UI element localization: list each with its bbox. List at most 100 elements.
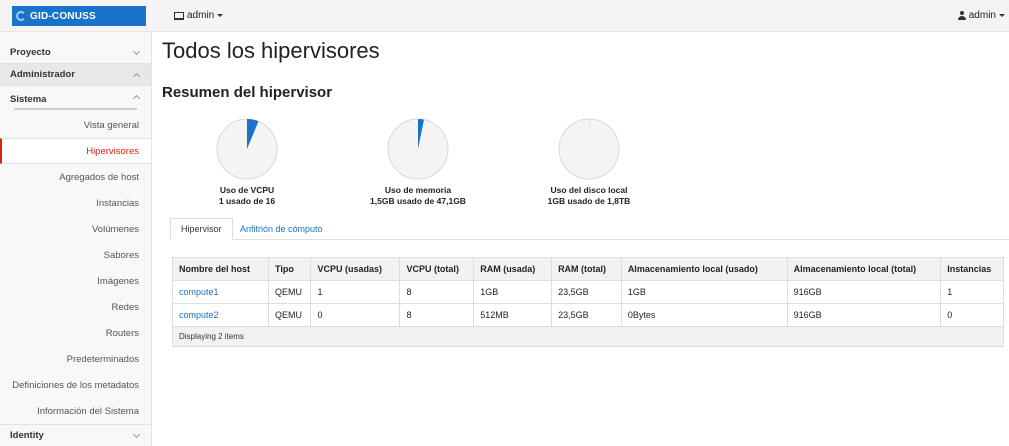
chevron-up-icon [132,94,141,103]
table-footer: Displaying 2 items [172,326,1004,347]
sidebar-item-label: Información del Sistema [37,405,139,417]
section-divider [14,108,137,110]
column-header[interactable]: Almacenamiento local (total) [786,257,942,281]
vcpu-usage-pie [216,118,278,180]
column-header[interactable]: Instancias [940,257,1004,281]
sidebar-item-vista-general[interactable]: Vista general [0,112,151,138]
chart-label: Uso de memoria [384,185,452,195]
table-cell: 916GB [786,280,942,304]
table-row: compute2 QEMU 0 8 512MB 23,5GB 0Bytes 91… [171,303,1004,327]
chevron-up-icon [132,72,141,81]
table-cell: 0 [940,303,1004,327]
project-menu-label: admin [187,10,215,21]
table-cell: 1GB [473,280,553,304]
table-cell: 8 [399,280,475,304]
chart-detail: 1,5GB usado de 47,1GB [370,196,466,206]
top-navbar: GID-CONUSS admin admin [0,0,1009,32]
brand-name: GID-CONUSS [30,10,96,22]
chart-label: Uso del disco local [550,185,628,195]
tab-anfitrion-de-computo[interactable]: Anfitrión de cómputo [230,218,333,240]
section-label: Proyecto [10,47,51,58]
column-header[interactable]: VCPU (total) [399,257,475,281]
table-cell: 23,5GB [551,303,622,327]
column-header[interactable]: Almacenamiento local (usado) [620,257,788,281]
table-cell: 1 [940,280,1004,304]
user-menu[interactable]: admin [957,10,1005,21]
logo-icon [16,11,26,21]
sidebar-section-administrador[interactable]: Administrador [0,64,151,86]
sidebar-item-label: Sabores [103,249,139,261]
column-header[interactable]: Tipo [268,257,312,281]
table-cell: QEMU [268,303,312,327]
vcpu-usage-label: Uso de VCPU 1 usado de 16 [167,185,327,207]
chart-detail: 1GB usado de 1,8TB [547,196,631,206]
memory-usage-label: Uso de memoria 1,5GB usado de 47,1GB [338,185,498,207]
sidebar-item-label: Hipervisores [86,145,139,157]
brand[interactable]: GID-CONUSS [0,0,152,32]
memory-usage-pie [387,118,449,180]
table-cell: 1GB [620,280,788,304]
sidebar-item-volumenes[interactable]: Volúmenes [0,216,151,242]
section-label: Sistema [10,93,47,105]
chart-label: Uso de VCPU [219,185,275,195]
table-cell: 512MB [473,303,553,327]
column-header[interactable]: VCPU (usadas) [310,257,401,281]
page-title: Todos los hipervisores [162,38,380,63]
sidebar-item-label: Agregados de host [59,171,139,183]
host-name-cell: compute1 [171,280,270,304]
chart-detail: 1 usado de 16 [218,196,276,206]
sidebar-item-routers[interactable]: Routers [0,320,151,346]
sidebar-section-proyecto[interactable]: Proyecto [0,42,151,64]
table-footer-row: Displaying 2 items [172,326,1004,347]
table-cell: 0 [310,303,401,327]
sidebar-item-label: Imágenes [97,275,139,287]
sidebar-item-metadatos[interactable]: Definiciones de los metadatos [0,372,151,398]
table-cell: 916GB [786,303,942,327]
sidebar-item-label: Instancias [96,197,139,209]
host-name-cell: compute2 [171,303,270,327]
sidebar-item-informacion-sistema[interactable]: Información del Sistema [0,398,151,424]
sidebar-item-label: Volúmenes [91,223,139,235]
summary-title: Resumen del hipervisor [162,84,333,101]
sidebar-item-predeterminados[interactable]: Predeterminados [0,346,151,372]
user-icon [957,11,966,20]
sidebar-item-sabores[interactable]: Sabores [0,242,151,268]
user-menu-label: admin [968,10,996,21]
tab-bar: Hipervisor Anfitrión de cómputo [170,218,1009,240]
column-header[interactable]: RAM (usada) [473,257,553,281]
table-header-row: Nombre del host Tipo VCPU (usadas) VCPU … [171,257,1004,281]
sidebar-item-label: Vista general [83,119,139,131]
sidebar-item-label: Definiciones de los metadatos [12,379,139,391]
sidebar-section-identity[interactable]: Identity [0,424,151,446]
sidebar-item-agregados-de-host[interactable]: Agregados de host [0,164,151,190]
table-cell: 0Bytes [620,303,788,327]
sidebar-section-sistema[interactable]: Sistema [0,86,151,112]
column-header[interactable]: RAM (total) [551,257,622,281]
table-cell: QEMU [268,280,312,304]
table-cell: 1 [310,280,401,304]
hypervisors-table: Nombre del host Tipo VCPU (usadas) VCPU … [171,257,1004,347]
project-menu[interactable]: admin [174,10,224,21]
sidebar-item-redes[interactable]: Redes [0,294,151,320]
disk-usage-pie [558,118,620,180]
sidebar: Proyecto Administrador Sistema Vista gen… [0,32,152,446]
disk-usage-label: Uso del disco local 1GB usado de 1,8TB [509,185,669,207]
sidebar-item-label: Redes [111,301,139,313]
section-label: Administrador [10,69,75,80]
table-cell: 8 [399,303,475,327]
tab-hipervisor[interactable]: Hipervisor [170,218,233,240]
sidebar-item-hipervisores[interactable]: Hipervisores [0,138,151,164]
sidebar-item-imagenes[interactable]: Imágenes [0,268,151,294]
caret-down-icon [217,14,224,17]
table-cell: 23,5GB [551,280,622,304]
project-icon [174,11,184,20]
chevron-down-icon [132,47,141,56]
column-header[interactable]: Nombre del host [171,257,270,281]
brand-logo[interactable]: GID-CONUSS [12,6,146,26]
section-label: Identity [10,430,44,441]
host-link[interactable]: compute2 [179,310,219,320]
sidebar-item-instancias[interactable]: Instancias [0,190,151,216]
chevron-down-icon [132,430,141,439]
host-link[interactable]: compute1 [179,287,219,297]
